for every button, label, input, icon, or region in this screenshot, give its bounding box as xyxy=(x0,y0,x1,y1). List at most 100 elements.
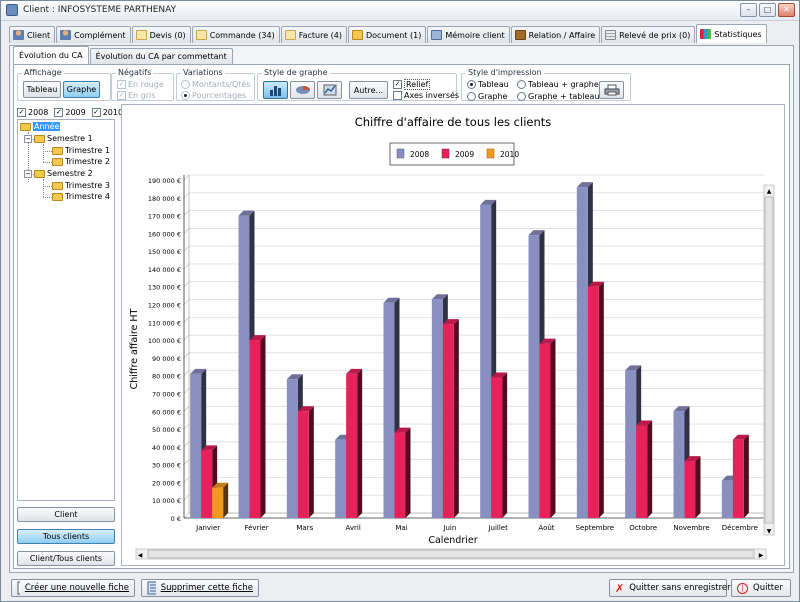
impr-graphe-tableau-radio[interactable]: Graphe + tableau xyxy=(517,92,599,101)
create-record-button[interactable]: Créer une nouvelle fiche xyxy=(11,579,135,597)
delete-record-button[interactable]: Supprimer cette fiche xyxy=(141,579,259,597)
bar xyxy=(201,450,213,518)
x-tick-label: Avril xyxy=(346,524,361,532)
axes-inverses-checkbox[interactable]: Axes inversés xyxy=(393,91,459,100)
impr-graphe-radio[interactable]: Graphe xyxy=(467,92,507,101)
tree-node-trimestre-4[interactable]: Trimestre 4 xyxy=(52,192,110,201)
tab-label: Facture (4) xyxy=(298,30,342,40)
graphe-button[interactable]: Graphe xyxy=(63,81,100,98)
tab-facture[interactable]: Facture (4) xyxy=(280,26,347,43)
y-tick-label: 10 000 € xyxy=(152,497,181,505)
y-tick-label: 90 000 € xyxy=(152,355,181,363)
bar xyxy=(335,439,347,518)
tab-complement[interactable]: Complément xyxy=(56,26,131,43)
x-tick-label: Novembre xyxy=(673,524,709,532)
bar xyxy=(539,343,551,518)
subtab-evolution-ca-commettant[interactable]: Évolution du CA par commettant xyxy=(89,48,233,64)
year-2010-checkbox[interactable]: ✓ 2010 xyxy=(91,107,123,117)
en-gris-checkbox[interactable]: ✓ En gris xyxy=(117,91,155,100)
bar-chart-style-button[interactable] xyxy=(263,81,288,99)
collapse-icon[interactable]: − xyxy=(24,134,32,143)
bar xyxy=(528,235,540,518)
briefcase-icon xyxy=(514,30,526,40)
folder-icon xyxy=(52,181,63,190)
print-button[interactable] xyxy=(599,81,624,99)
bar xyxy=(636,425,648,518)
bar-side xyxy=(598,281,604,518)
tous-clients-button[interactable]: Tous clients xyxy=(17,529,115,544)
affichage-label: Affichage xyxy=(22,68,64,77)
grid-line-diag xyxy=(183,192,190,199)
montants-radio[interactable]: Montants/Qtés xyxy=(181,80,251,89)
bar-side xyxy=(405,427,411,518)
bar-side xyxy=(260,335,266,518)
x-tick-label: Mai xyxy=(395,524,407,532)
quit-button[interactable]: | Quitter xyxy=(731,579,791,597)
tree-node-trimestre-2[interactable]: Trimestre 2 xyxy=(52,157,110,166)
impr-tableau-radio[interactable]: Tableau xyxy=(467,80,509,89)
collapse-icon[interactable]: − xyxy=(24,169,32,178)
grid-line-diag xyxy=(183,245,190,252)
x-tick-label: Février xyxy=(244,524,268,532)
relief-checkbox[interactable]: ✓ Relief xyxy=(393,79,431,90)
folder-icon xyxy=(52,192,63,201)
tree-node-trimestre-1[interactable]: Trimestre 1 xyxy=(52,146,110,155)
quit-without-saving-button[interactable]: ✗ Quitter sans enregistrer xyxy=(609,579,731,597)
tree-node-semestre-1[interactable]: − Semestre 1 xyxy=(24,134,93,143)
line-chart-style-button[interactable] xyxy=(317,81,342,99)
maximize-button[interactable]: □ xyxy=(759,3,776,17)
tab-label: Commande (34) xyxy=(209,30,275,40)
bar xyxy=(480,204,492,518)
y-axis-label: Chiffre affaire HT xyxy=(129,308,140,389)
subtab-evolution-ca[interactable]: Évolution du CA xyxy=(13,46,89,64)
year-2008-checkbox[interactable]: ✓ 2008 xyxy=(17,107,48,117)
x-tick-label: Juin xyxy=(442,524,456,532)
x-tick-label: Septembre xyxy=(576,524,615,532)
tree-label: Semestre 1 xyxy=(47,134,93,143)
tab-document[interactable]: Document (1) xyxy=(348,26,427,43)
y-tick-label: 40 000 € xyxy=(152,444,181,452)
year-2009-checkbox[interactable]: ✓ 2009 xyxy=(54,107,86,117)
bar-side xyxy=(223,482,229,518)
tableau-button[interactable]: Tableau xyxy=(23,81,61,98)
chart-area: Chiffre d'affaire de tous les clients 200… xyxy=(121,104,785,566)
scroll-left-icon: ◀ xyxy=(138,552,143,559)
en-rouge-label: En rouge xyxy=(128,80,164,89)
bar-side xyxy=(502,372,508,518)
pourcentages-radio[interactable]: Pourcentages xyxy=(181,91,246,100)
year-filter: ✓ 2008 ✓ 2009 ✓ 2010 xyxy=(17,105,123,119)
grid-line-diag xyxy=(183,512,190,519)
tab-memoire-client[interactable]: Mémoire client xyxy=(427,26,510,43)
tab-releve-prix[interactable]: Relevé de prix (0) xyxy=(601,26,696,43)
bar xyxy=(587,286,599,518)
horizontal-scroll-thumb xyxy=(147,549,755,559)
pie-chart-style-button[interactable] xyxy=(290,81,315,99)
tab-label: Complément xyxy=(74,30,126,40)
autre-style-button[interactable]: Autre... xyxy=(349,81,388,99)
line-chart-icon xyxy=(323,84,336,96)
minimize-button[interactable]: – xyxy=(740,3,757,17)
tab-statistiques[interactable]: Statistiques xyxy=(696,24,767,43)
tree-node-semestre-2[interactable]: − Semestre 2 xyxy=(24,169,93,178)
document-icon xyxy=(135,30,147,40)
grid-line-diag xyxy=(183,228,190,234)
impr-tableau-graphe-radio[interactable]: Tableau + graphe xyxy=(517,80,599,89)
tree-node-trimestre-3[interactable]: Trimestre 3 xyxy=(52,181,110,190)
en-rouge-checkbox[interactable]: ✓ En rouge xyxy=(117,80,164,89)
close-button[interactable]: ✕ xyxy=(778,3,795,17)
x-tick-label: Août xyxy=(538,524,554,532)
y-tick-label: 190 000 € xyxy=(148,177,181,185)
folder-icon xyxy=(52,146,63,155)
tab-client[interactable]: Client xyxy=(9,26,56,43)
tab-relation-affaire[interactable]: Relation / Affaire xyxy=(510,26,601,43)
tree-node-annee[interactable]: Année xyxy=(20,122,61,131)
legend-swatch xyxy=(486,148,495,159)
tab-label: Devis (0) xyxy=(149,30,186,40)
folder-icon xyxy=(52,157,63,166)
tab-devis[interactable]: Devis (0) xyxy=(131,26,191,43)
y-tick-label: 150 000 € xyxy=(148,248,181,256)
client-button[interactable]: Client xyxy=(17,507,115,522)
tab-commande[interactable]: Commande (34) xyxy=(191,26,280,43)
client-tous-clients-button[interactable]: Client/Tous clients xyxy=(17,551,115,566)
bar xyxy=(673,411,685,518)
